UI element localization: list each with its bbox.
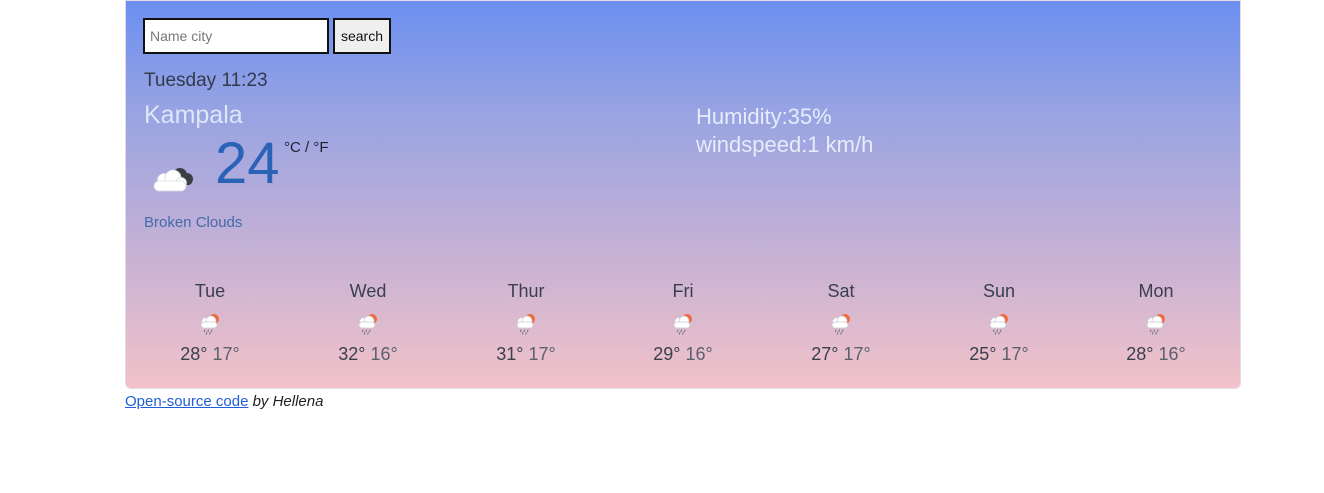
city-name: Kampala	[144, 101, 243, 129]
current-temperature: 24	[215, 131, 280, 196]
forecast-day: Tue 28° 17°	[150, 279, 270, 365]
forecast-temps: 28° 16°	[1096, 344, 1216, 365]
author-credit: by Hellena	[252, 393, 324, 410]
forecast-min-temp: 17°	[843, 344, 871, 364]
forecast-min-temp: 16°	[685, 344, 713, 364]
broken-clouds-icon	[153, 168, 193, 192]
forecast-day: Mon 28° 16°	[1096, 279, 1216, 365]
rain-cloud-sun-icon	[197, 311, 223, 335]
forecast-temps: 32° 16°	[308, 344, 428, 365]
forecast-temps: 27° 17°	[781, 344, 901, 365]
forecast-max-temp: 31°	[496, 344, 524, 364]
forecast-min-temp: 17°	[212, 344, 240, 364]
forecast-day: Fri 29° 16°	[623, 279, 743, 365]
forecast-min-temp: 16°	[370, 344, 398, 364]
forecast-day-name: Sun	[982, 281, 1016, 301]
forecast-max-temp: 32°	[338, 344, 366, 364]
windspeed-value: windspeed:1 km/h	[696, 132, 874, 157]
forecast-min-temp: 17°	[1001, 344, 1029, 364]
forecast-max-temp: 29°	[653, 344, 681, 364]
humidity-value: Humidity:35%	[696, 104, 832, 129]
forecast-max-temp: 25°	[969, 344, 997, 364]
forecast-temps: 31° 17°	[466, 344, 586, 365]
city-search-input[interactable]	[143, 18, 329, 54]
forecast-day: Sat 27° 17°	[781, 279, 901, 365]
forecast-day: Thur 31° 17°	[466, 279, 586, 365]
rain-cloud-sun-icon	[513, 311, 539, 335]
forecast-max-temp: 28°	[180, 344, 208, 364]
weather-card: search Tuesday 11:23 Kampala 24 °C / °F …	[125, 0, 1241, 389]
rain-cloud-sun-icon	[1143, 311, 1169, 335]
forecast-day-name: Sat	[827, 281, 855, 301]
forecast-day: Wed 32° 16°	[308, 279, 428, 365]
forecast-temps: 28° 17°	[150, 344, 270, 365]
forecast-day-name: Thur	[507, 281, 545, 301]
footer: Open-source code by Hellena	[125, 393, 323, 410]
open-source-link[interactable]: Open-source code	[125, 393, 248, 410]
search-button[interactable]: search	[333, 18, 391, 54]
unit-toggle[interactable]: °C / °F	[284, 139, 329, 156]
rain-cloud-sun-icon	[828, 311, 854, 335]
weather-details: Humidity:35% windspeed:1 km/h	[696, 103, 873, 159]
date-time: Tuesday 11:23	[144, 70, 268, 91]
rain-cloud-sun-icon	[670, 311, 696, 335]
forecast-day-name: Mon	[1138, 281, 1174, 301]
forecast-day: Sun 25° 17°	[939, 279, 1059, 365]
forecast-day-name: Tue	[194, 281, 226, 301]
rain-cloud-sun-icon	[355, 311, 381, 335]
forecast-min-temp: 16°	[1158, 344, 1186, 364]
weather-description: Broken Clouds	[144, 214, 243, 231]
forecast-temps: 25° 17°	[939, 344, 1059, 365]
forecast-max-temp: 27°	[811, 344, 839, 364]
rain-cloud-sun-icon	[986, 311, 1012, 335]
forecast-min-temp: 17°	[528, 344, 556, 364]
forecast-max-temp: 28°	[1126, 344, 1154, 364]
forecast-day-name: Fri	[672, 281, 694, 301]
forecast-day-name: Wed	[349, 281, 387, 301]
forecast-temps: 29° 16°	[623, 344, 743, 365]
